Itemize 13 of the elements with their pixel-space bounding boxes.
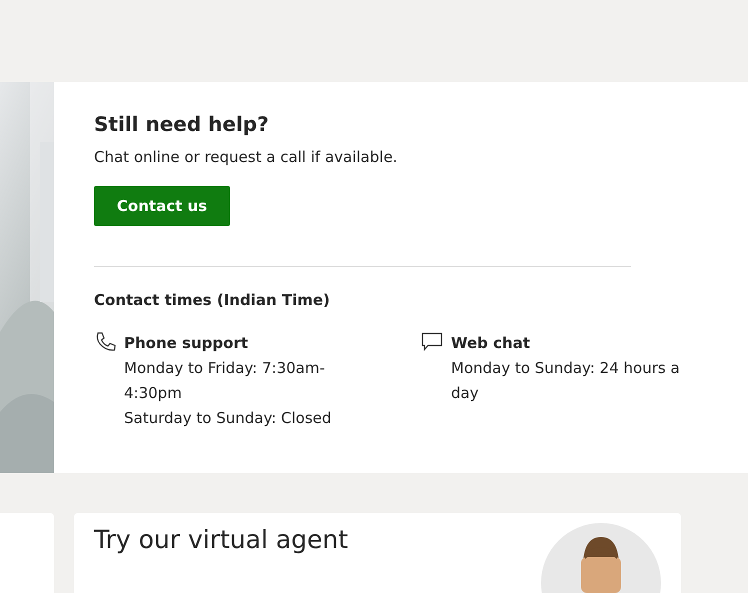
panel-title: Still need help?: [94, 112, 270, 136]
channel-name: Phone support: [124, 333, 250, 354]
contact-button[interactable]: Contact us: [94, 186, 230, 226]
channel-name: Web chat: [451, 333, 532, 354]
hours-text: Saturday to Sunday: Closed: [124, 408, 332, 429]
contact-times-heading: Contact times (Indian Time): [94, 291, 331, 309]
chat-icon: [421, 331, 443, 353]
phone-icon: [94, 331, 116, 353]
hours-text: Monday to Friday: 7:30am-4:30pm: [124, 358, 326, 404]
hours-text: Monday to Sunday: 24 hours a day: [451, 358, 681, 404]
card-title: Try our virtual agent: [94, 525, 348, 556]
panel-subtitle: Chat online or request a call if available.: [94, 148, 398, 166]
agent-avatar-icon: [541, 523, 661, 593]
